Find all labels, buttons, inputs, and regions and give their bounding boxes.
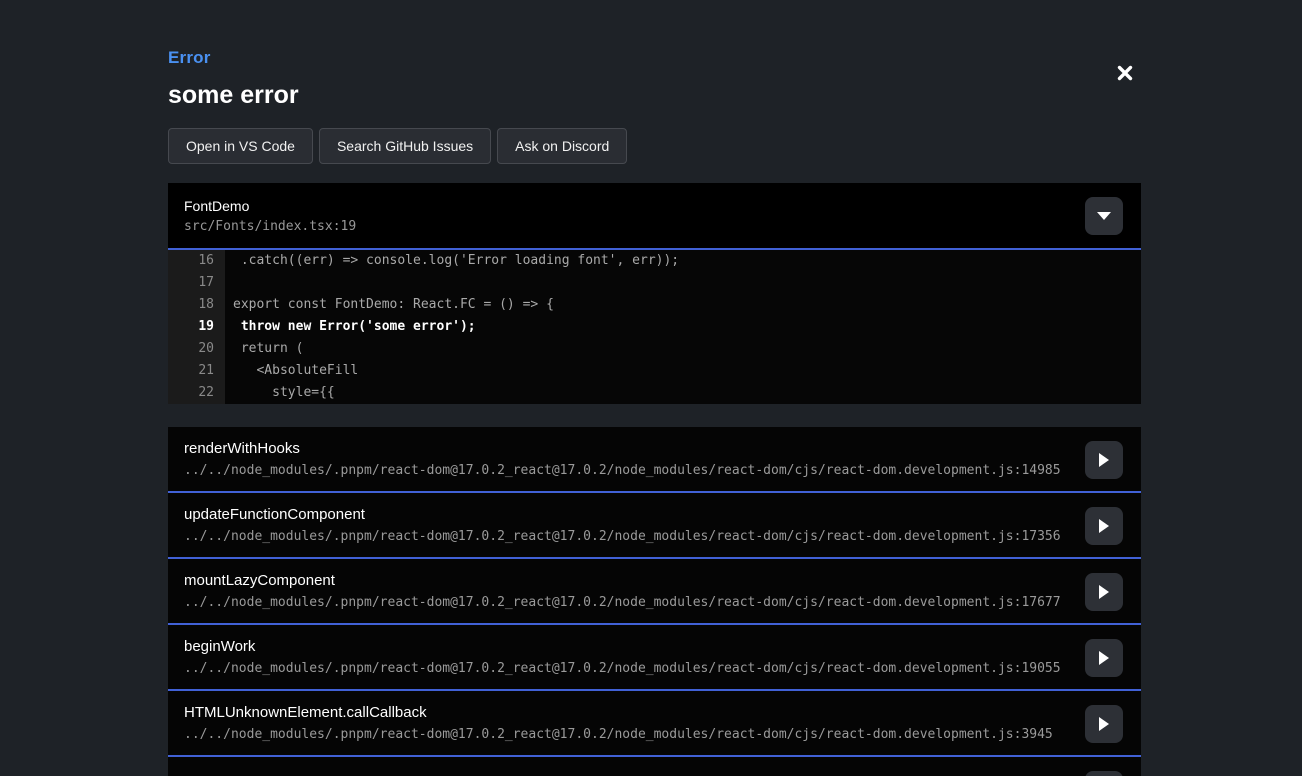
line-number: 21 — [168, 360, 225, 382]
code-frame-location: src/Fonts/index.tsx:19 — [184, 219, 1125, 234]
stack-frame-name: mountLazyComponent — [184, 572, 1125, 589]
line-number: 18 — [168, 294, 225, 316]
line-source: <AbsoluteFill — [225, 360, 1141, 382]
action-button[interactable]: Open in VS Code — [168, 128, 313, 164]
line-number: 19 — [168, 316, 225, 338]
code-line: 22 style={{ — [168, 382, 1141, 404]
expand-stack-frame-button[interactable] — [1085, 507, 1123, 545]
expand-stack-frame-button[interactable] — [1085, 639, 1123, 677]
expand-stack-frame-button[interactable] — [1085, 573, 1123, 611]
stack-frame-path: ../../node_modules/.pnpm/react-dom@17.0.… — [184, 727, 1125, 742]
stack-frame: HTMLUnknownElement.callCallback ../../no… — [168, 691, 1141, 757]
stack-frame-path: ../../node_modules/.pnpm/react-dom@17.0.… — [184, 529, 1125, 544]
line-source: throw new Error('some error'); — [225, 316, 1141, 338]
error-type-label: Error — [168, 48, 1141, 68]
action-button[interactable]: Search GitHub Issues — [319, 128, 491, 164]
code-line: 20 return ( — [168, 338, 1141, 360]
line-source: style={{ — [225, 382, 1141, 404]
play-icon — [1099, 519, 1109, 533]
stack-frame — [168, 757, 1141, 776]
line-source: .catch((err) => console.log('Error loadi… — [225, 250, 1141, 272]
code-frame-title: FontDemo — [184, 198, 1125, 214]
play-icon — [1099, 453, 1109, 467]
play-icon — [1099, 651, 1109, 665]
expand-stack-frame-button[interactable] — [1085, 771, 1123, 776]
line-source: return ( — [225, 338, 1141, 360]
stack-frame-name: HTMLUnknownElement.callCallback — [184, 704, 1125, 721]
stack-frame: mountLazyComponent ../../node_modules/.p… — [168, 559, 1141, 625]
stack-frame-name: updateFunctionComponent — [184, 506, 1125, 523]
stack-frame: updateFunctionComponent ../../node_modul… — [168, 493, 1141, 559]
stack-frame-name: renderWithHooks — [184, 440, 1125, 457]
code-line: 16 .catch((err) => console.log('Error lo… — [168, 250, 1141, 272]
code-frame: FontDemo src/Fonts/index.tsx:19 16 .catc… — [168, 183, 1141, 404]
code-line: 19 throw new Error('some error'); — [168, 316, 1141, 338]
error-overlay: Error some error Open in VS Code Search … — [168, 0, 1141, 776]
stack-frame-path: ../../node_modules/.pnpm/react-dom@17.0.… — [184, 595, 1125, 610]
code-line: 17 — [168, 272, 1141, 294]
expand-stack-frame-button[interactable] — [1085, 705, 1123, 743]
play-icon — [1099, 717, 1109, 731]
code-line: 18 export const FontDemo: React.FC = () … — [168, 294, 1141, 316]
line-source — [225, 272, 1141, 294]
stack-frame: beginWork ../../node_modules/.pnpm/react… — [168, 625, 1141, 691]
stack-frame-list: renderWithHooks ../../node_modules/.pnpm… — [168, 427, 1141, 776]
play-icon — [1099, 585, 1109, 599]
stack-frame-name: beginWork — [184, 638, 1125, 655]
line-source: export const FontDemo: React.FC = () => … — [225, 294, 1141, 316]
line-number: 22 — [168, 382, 225, 404]
stack-frame-path: ../../node_modules/.pnpm/react-dom@17.0.… — [184, 463, 1125, 478]
collapse-code-frame-button[interactable] — [1085, 197, 1123, 235]
code-line: 21 <AbsoluteFill — [168, 360, 1141, 382]
action-button-row: Open in VS Code Search GitHub Issues Ask… — [168, 128, 1141, 164]
code-frame-header: FontDemo src/Fonts/index.tsx:19 — [168, 183, 1141, 250]
line-number: 20 — [168, 338, 225, 360]
stack-frame-path: ../../node_modules/.pnpm/react-dom@17.0.… — [184, 661, 1125, 676]
action-button[interactable]: Ask on Discord — [497, 128, 627, 164]
code-lines: 16 .catch((err) => console.log('Error lo… — [168, 250, 1141, 404]
stack-frame: renderWithHooks ../../node_modules/.pnpm… — [168, 427, 1141, 493]
chevron-down-icon — [1097, 212, 1111, 220]
line-number: 16 — [168, 250, 225, 272]
expand-stack-frame-button[interactable] — [1085, 441, 1123, 479]
line-number: 17 — [168, 272, 225, 294]
error-message: some error — [168, 81, 1141, 110]
